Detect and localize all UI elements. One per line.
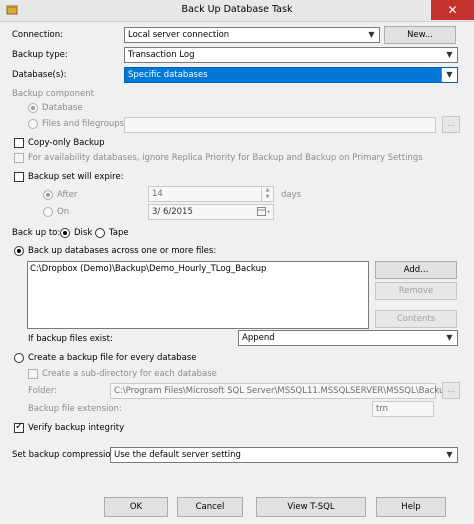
compression-dropdown[interactable]: Use the default server setting ▼ (110, 447, 458, 463)
remove-file-button[interactable]: Remove (375, 282, 457, 300)
every-database-label: Create a backup file for every database (28, 353, 197, 363)
spin-arrows-icon[interactable]: ▲ ▼ (261, 187, 273, 201)
subdir-label: Create a sub-directory for each database (42, 369, 217, 379)
subdir-checkbox[interactable] (28, 369, 38, 379)
dropdown-arrow-icon: ▼ (446, 450, 453, 459)
view-tsql-button[interactable]: View T-SQL (256, 497, 366, 517)
window-title: Back Up Database Task (181, 4, 293, 15)
databases-dropdown[interactable]: Specific databases ▼ (124, 67, 458, 83)
tape-radio[interactable] (95, 228, 105, 238)
expire-after-radio[interactable] (43, 190, 53, 200)
backup-type-label: Backup type: (12, 50, 68, 60)
extension-value: trn (376, 404, 389, 414)
disk-radio[interactable] (60, 228, 70, 238)
ok-button[interactable]: OK (104, 497, 168, 517)
availability-label: For availability databases, ignore Repli… (28, 153, 423, 163)
verify-label: Verify backup integrity (28, 423, 125, 433)
expire-on-label: On (57, 207, 70, 217)
cancel-button[interactable]: Cancel (177, 497, 243, 517)
disk-label: Disk (74, 228, 93, 238)
backup-files-list[interactable]: C:\Dropbox (Demo)\Backup\Demo_Hourly_TLo… (27, 261, 369, 329)
availability-checkbox[interactable] (14, 153, 24, 163)
contents-button[interactable]: Contents (375, 310, 457, 328)
days-label: days (281, 190, 302, 200)
every-database-radio[interactable] (14, 353, 24, 363)
close-icon[interactable]: ✕ (431, 0, 474, 20)
dropdown-arrow-icon: ▼ (446, 50, 453, 59)
folder-label: Folder: (28, 386, 57, 396)
expire-date-picker[interactable]: 3/ 6/2015 (148, 204, 274, 220)
databases-value: Specific databases (128, 70, 208, 80)
expire-days-spinner[interactable]: 14 ▲ ▼ (148, 186, 274, 202)
tape-label: Tape (109, 228, 129, 238)
verify-checkbox[interactable] (14, 421, 24, 433)
backup-type-dropdown[interactable]: Transaction Log ▼ (124, 47, 458, 63)
dropdown-arrow-icon: ▼ (368, 30, 375, 39)
files-filegroups-label: Files and filegroups: (42, 119, 127, 129)
if-exists-value: Append (242, 333, 275, 343)
copy-only-checkbox[interactable] (14, 138, 24, 148)
expire-label: Backup set will expire: (28, 172, 124, 182)
copy-only-label: Copy-only Backup (28, 138, 105, 148)
expire-date-value: 3/ 6/2015 (152, 207, 193, 217)
backup-type-value: Transaction Log (128, 50, 195, 60)
connection-dropdown[interactable]: Local server connection ▼ (124, 27, 380, 43)
databases-label: Database(s): (12, 70, 67, 80)
connection-label: Connection: (12, 30, 63, 40)
folder-field[interactable]: C:\Program Files\Microsoft SQL Server\MS… (110, 383, 450, 399)
across-files-label: Back up databases across one or more fil… (28, 246, 217, 256)
extension-label: Backup file extension: (28, 404, 122, 414)
backup-component-label: Backup component (12, 89, 94, 99)
new-connection-button[interactable]: New... (384, 26, 456, 44)
title-bar[interactable]: Back Up Database Task ✕ (0, 0, 474, 22)
help-button[interactable]: Help (376, 497, 446, 517)
add-file-button[interactable]: Add... (375, 261, 457, 279)
across-files-radio[interactable] (14, 246, 24, 256)
expire-on-radio[interactable] (43, 207, 53, 217)
dropdown-arrow-icon: ▼ (441, 68, 457, 82)
database-component-label: Database (42, 103, 83, 113)
expire-days-value: 14 (152, 189, 163, 199)
files-filegroups-field[interactable] (124, 117, 436, 133)
calendar-icon[interactable] (257, 207, 271, 217)
folder-value: C:\Program Files\Microsoft SQL Server\MS… (114, 386, 450, 396)
extension-field[interactable]: trn (372, 401, 434, 417)
folder-browse-button[interactable]: ... (442, 382, 460, 399)
files-filegroups-radio[interactable] (28, 119, 38, 129)
compression-value: Use the default server setting (114, 450, 241, 460)
database-component-radio[interactable] (28, 103, 38, 113)
if-exists-dropdown[interactable]: Append ▼ (238, 330, 458, 346)
dropdown-arrow-icon: ▼ (446, 333, 453, 342)
list-item[interactable]: C:\Dropbox (Demo)\Backup\Demo_Hourly_TLo… (30, 263, 266, 275)
backup-to-label: Back up to: (12, 228, 61, 238)
expire-after-label: After (57, 190, 78, 200)
files-browse-button[interactable]: ... (442, 116, 460, 133)
connection-value: Local server connection (128, 30, 230, 40)
compression-label: Set backup compression: (12, 450, 119, 460)
expire-checkbox[interactable] (14, 172, 24, 182)
if-exists-label: If backup files exist: (28, 334, 113, 344)
